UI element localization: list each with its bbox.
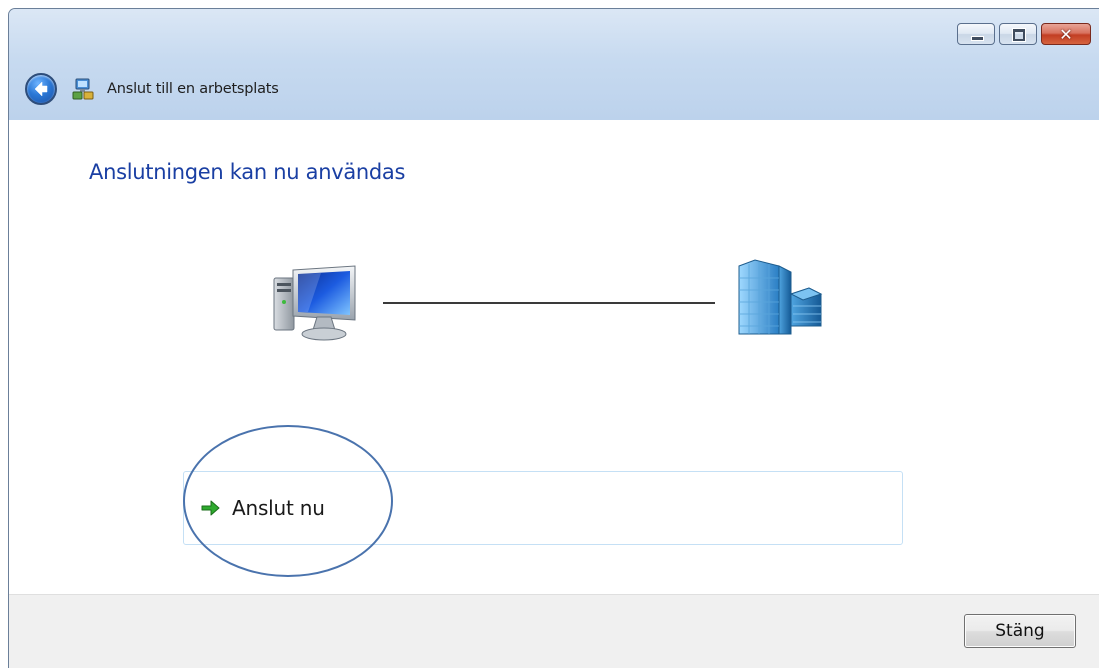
green-arrow-icon: [200, 499, 220, 517]
window-title: Anslut till en arbetsplats: [107, 81, 279, 97]
wizard-footer: Stäng: [9, 594, 1099, 668]
caption-buttons: ✕: [957, 23, 1091, 47]
close-icon: ✕: [1059, 24, 1073, 44]
wizard-window: ✕ Anslut till en arbetsplats Anslutninge…: [8, 8, 1099, 668]
page-heading: Anslutningen kan nu användas: [89, 160, 406, 184]
navigation-row: Anslut till en arbetsplats: [25, 72, 279, 106]
connect-now-command-link[interactable]: Anslut nu: [183, 471, 903, 545]
minimize-button[interactable]: [957, 23, 995, 45]
connection-line: [383, 302, 715, 304]
office-building-icon: [733, 256, 823, 336]
back-arrow-icon: [34, 81, 48, 97]
maximize-button[interactable]: [999, 23, 1037, 45]
window-close-button[interactable]: ✕: [1041, 23, 1091, 45]
close-button[interactable]: Stäng: [964, 614, 1076, 648]
back-button[interactable]: [25, 73, 57, 105]
wizard-content: Anslutningen kan nu användas Anslut nu: [9, 120, 1099, 602]
title-bar: ✕ Anslut till en arbetsplats: [9, 9, 1099, 120]
network-connection-icon: [71, 77, 95, 101]
computer-icon: [271, 264, 357, 342]
connect-now-label: Anslut nu: [232, 496, 325, 520]
